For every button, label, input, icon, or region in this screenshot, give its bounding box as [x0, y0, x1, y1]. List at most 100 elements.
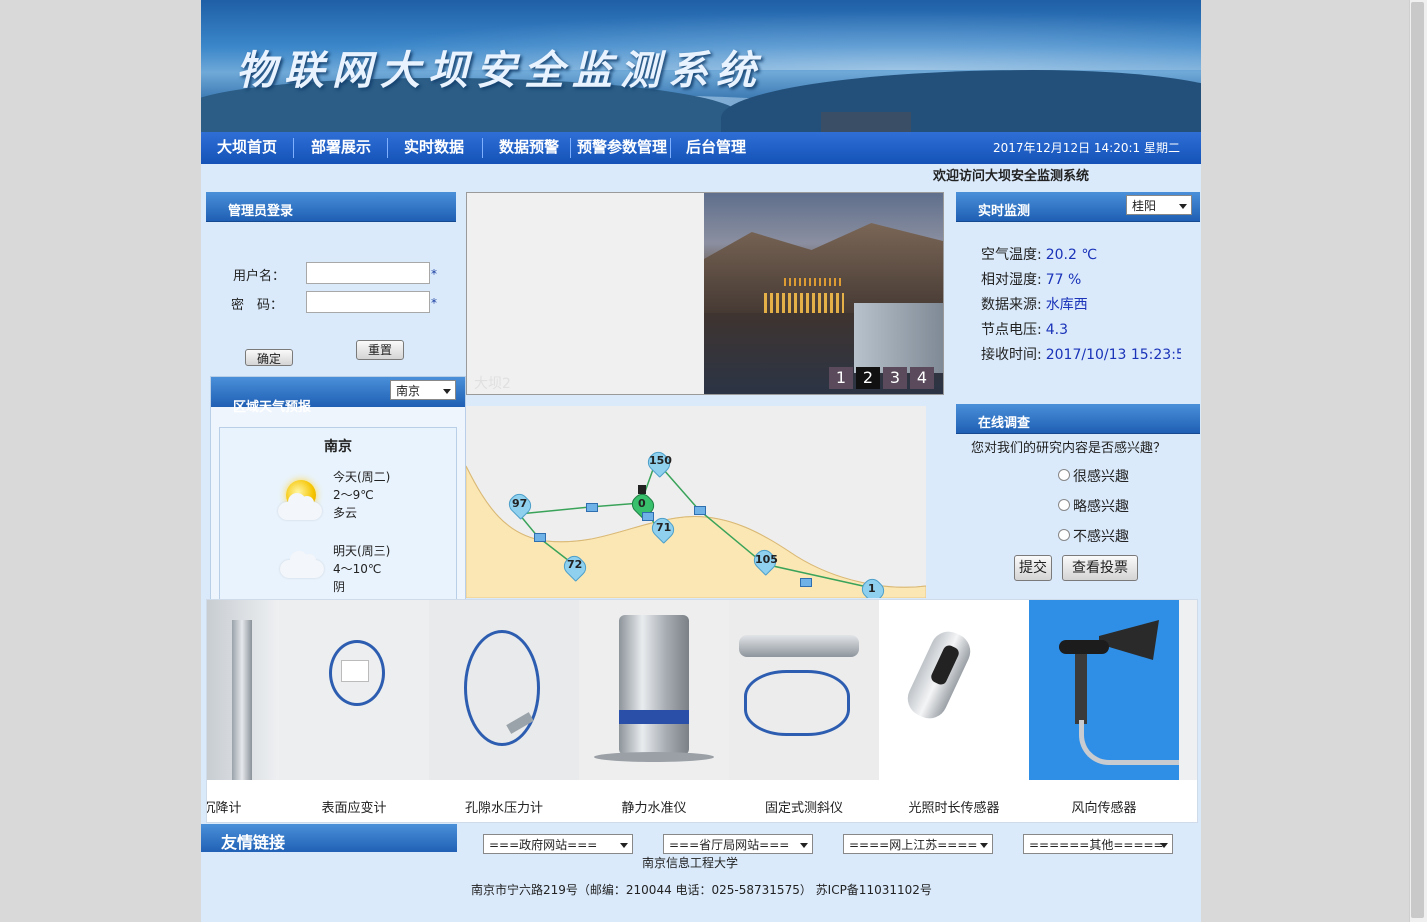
province-links-select[interactable]: ===省厅局网站=== [663, 834, 813, 854]
marker-label: 0 [638, 497, 646, 510]
sensor-image-strain[interactable] [279, 600, 429, 780]
page-scrollbar-thumb[interactable] [1411, 2, 1424, 918]
marker-label: 1 [868, 582, 876, 595]
sensor-shape [341, 660, 369, 682]
sensor-shape [1099, 620, 1159, 660]
sensor-shape [1059, 640, 1109, 654]
footer-org: 南京信息工程大学 [642, 856, 739, 870]
location-select[interactable]: 桂阳 [1126, 195, 1192, 215]
realtime-data-list: 空气温度: 20.2 ℃ 相对湿度: 77 % 数据来源: 水库西 节点电压: 4.3 … [981, 236, 1181, 376]
survey-header: 在线调查 [956, 404, 1200, 434]
nav-realtime-data[interactable]: 实时数据 [404, 132, 464, 164]
sensor-shape [744, 670, 850, 736]
sensor-shape [1079, 720, 1184, 765]
footer: 南京信息工程大学 南京市宁六路219号（邮编：210044 电话：025-587… [201, 852, 1201, 922]
realtime-header: 实时监测 桂阳 [956, 192, 1200, 222]
weather-city-select[interactable]: 南京 [390, 380, 456, 400]
nav-admin[interactable]: 后台管理 [686, 132, 746, 164]
sensor-shape [464, 630, 540, 746]
survey-option-radio[interactable] [1058, 529, 1070, 541]
sensor-image-pore-pressure[interactable] [429, 600, 579, 780]
slide-page-2[interactable]: 2 [856, 367, 880, 389]
today-temp: 2～9℃ [333, 488, 374, 502]
survey-title: 在线调查 [978, 416, 1031, 431]
sensor-node-icon[interactable] [586, 503, 598, 512]
slide-page-3[interactable]: 3 [883, 367, 907, 389]
login-header: 管理员登录 [206, 192, 456, 222]
weather-city-value: 南京 [396, 384, 421, 398]
sensor-map[interactable]: 150 97 0 71 72 105 1 [466, 406, 926, 598]
realtime-row: 接收时间: 2017/10/13 15:23:53 [981, 347, 1181, 363]
jiangsu-links-value: ====网上江苏==== [849, 838, 978, 852]
page-container: 物联网大坝安全监测系统 大坝首页 部署展示 实时数据 数据预警 预警参数管理 后… [201, 0, 1201, 922]
nav-data-warning[interactable]: 数据预警 [499, 132, 559, 164]
overcast-icon [280, 551, 324, 578]
nav-separator [670, 138, 671, 158]
survey-option-label: 略感兴趣 [1073, 499, 1129, 515]
antenna-icon [638, 485, 646, 494]
footer-address: 南京市宁六路219号（邮编：210044 电话：025-58731575） 苏I… [471, 883, 932, 897]
other-links-select[interactable]: ======其他===== [1023, 834, 1173, 854]
slide-page-1[interactable]: 1 [829, 367, 853, 389]
sensor-image-partial[interactable] [1179, 600, 1197, 780]
survey-option-label: 很感兴趣 [1073, 469, 1129, 485]
realtime-row: 相对湿度: 77 % [981, 272, 1082, 288]
nav-deployment[interactable]: 部署展示 [311, 132, 371, 164]
realtime-title: 实时监测 [978, 204, 1031, 219]
chevron-down-icon [443, 389, 451, 394]
slide-caption: 大坝2 [474, 376, 511, 392]
login-title: 管理员登录 [228, 204, 294, 219]
username-input[interactable] [306, 262, 430, 284]
sensor-shape [739, 635, 859, 657]
cloud-icon [278, 493, 322, 520]
gov-links-select[interactable]: ===政府网站=== [483, 834, 633, 854]
photo-dam [854, 303, 943, 373]
jiangsu-links-select[interactable]: ====网上江苏==== [843, 834, 993, 854]
nav-home[interactable]: 大坝首页 [217, 132, 277, 164]
survey-option-radio[interactable] [1058, 469, 1070, 481]
marker-label: 97 [512, 497, 528, 510]
realtime-row: 空气温度: 20.2 ℃ [981, 247, 1098, 263]
nav-warning-params[interactable]: 预警参数管理 [577, 132, 667, 164]
location-value: 桂阳 [1132, 199, 1157, 213]
sensor-caption: 光照时长传感器 [908, 801, 1000, 816]
survey-option-radio[interactable] [1058, 499, 1070, 511]
survey-option-label: 不感兴趣 [1073, 529, 1129, 545]
sensor-node-icon[interactable] [694, 506, 706, 515]
password-label: 密 码： [231, 298, 284, 313]
main-nav: 大坝首页 部署展示 实时数据 数据预警 预警参数管理 后台管理 2017年12月… [201, 132, 1201, 164]
photo-lights [784, 278, 844, 286]
sensor-node-icon[interactable] [800, 578, 812, 587]
nav-separator [293, 138, 294, 158]
today-day: 今天(周二) [333, 470, 391, 484]
confirm-button[interactable]: 确定 [245, 349, 293, 366]
required-mark: * [431, 296, 437, 310]
required-mark: * [431, 267, 437, 281]
sensor-image-inclinometer[interactable] [729, 600, 879, 780]
realtime-row: 节点电压: 4.3 [981, 322, 1068, 338]
marker-label: 105 [755, 553, 778, 566]
sensor-caption: 表面应变计 [321, 801, 387, 816]
sensor-caption: 孔隙水压力计 [464, 801, 543, 816]
survey-question: 您对我们的研究内容是否感兴趣？ [971, 441, 1167, 456]
slide-page-4[interactable]: 4 [910, 367, 934, 389]
sensor-shape [232, 620, 252, 780]
view-votes-button[interactable]: 查看投票 [1062, 555, 1138, 581]
sensor-node-icon[interactable] [534, 533, 546, 542]
dam-photo [704, 193, 943, 394]
sensor-image-wind-direction[interactable] [1029, 600, 1184, 780]
sensor-image-sunshine[interactable] [879, 600, 1029, 780]
banner-dam [821, 112, 911, 132]
other-links-value: ======其他===== [1029, 838, 1164, 852]
chevron-down-icon [1179, 204, 1187, 209]
survey-submit-button[interactable]: 提交 [1014, 555, 1052, 581]
sensor-image-hydrostatic-level[interactable] [579, 600, 729, 780]
sensor-image-settlement[interactable] [207, 600, 279, 780]
sensor-node-icon[interactable] [642, 512, 654, 521]
today-desc: 多云 [333, 506, 358, 520]
password-input[interactable] [306, 291, 430, 313]
chevron-down-icon [620, 843, 628, 848]
tomorrow-day: 明天(周三) [333, 544, 391, 558]
gov-links-value: ===政府网站=== [489, 838, 598, 852]
reset-button[interactable]: 重置 [356, 340, 404, 360]
